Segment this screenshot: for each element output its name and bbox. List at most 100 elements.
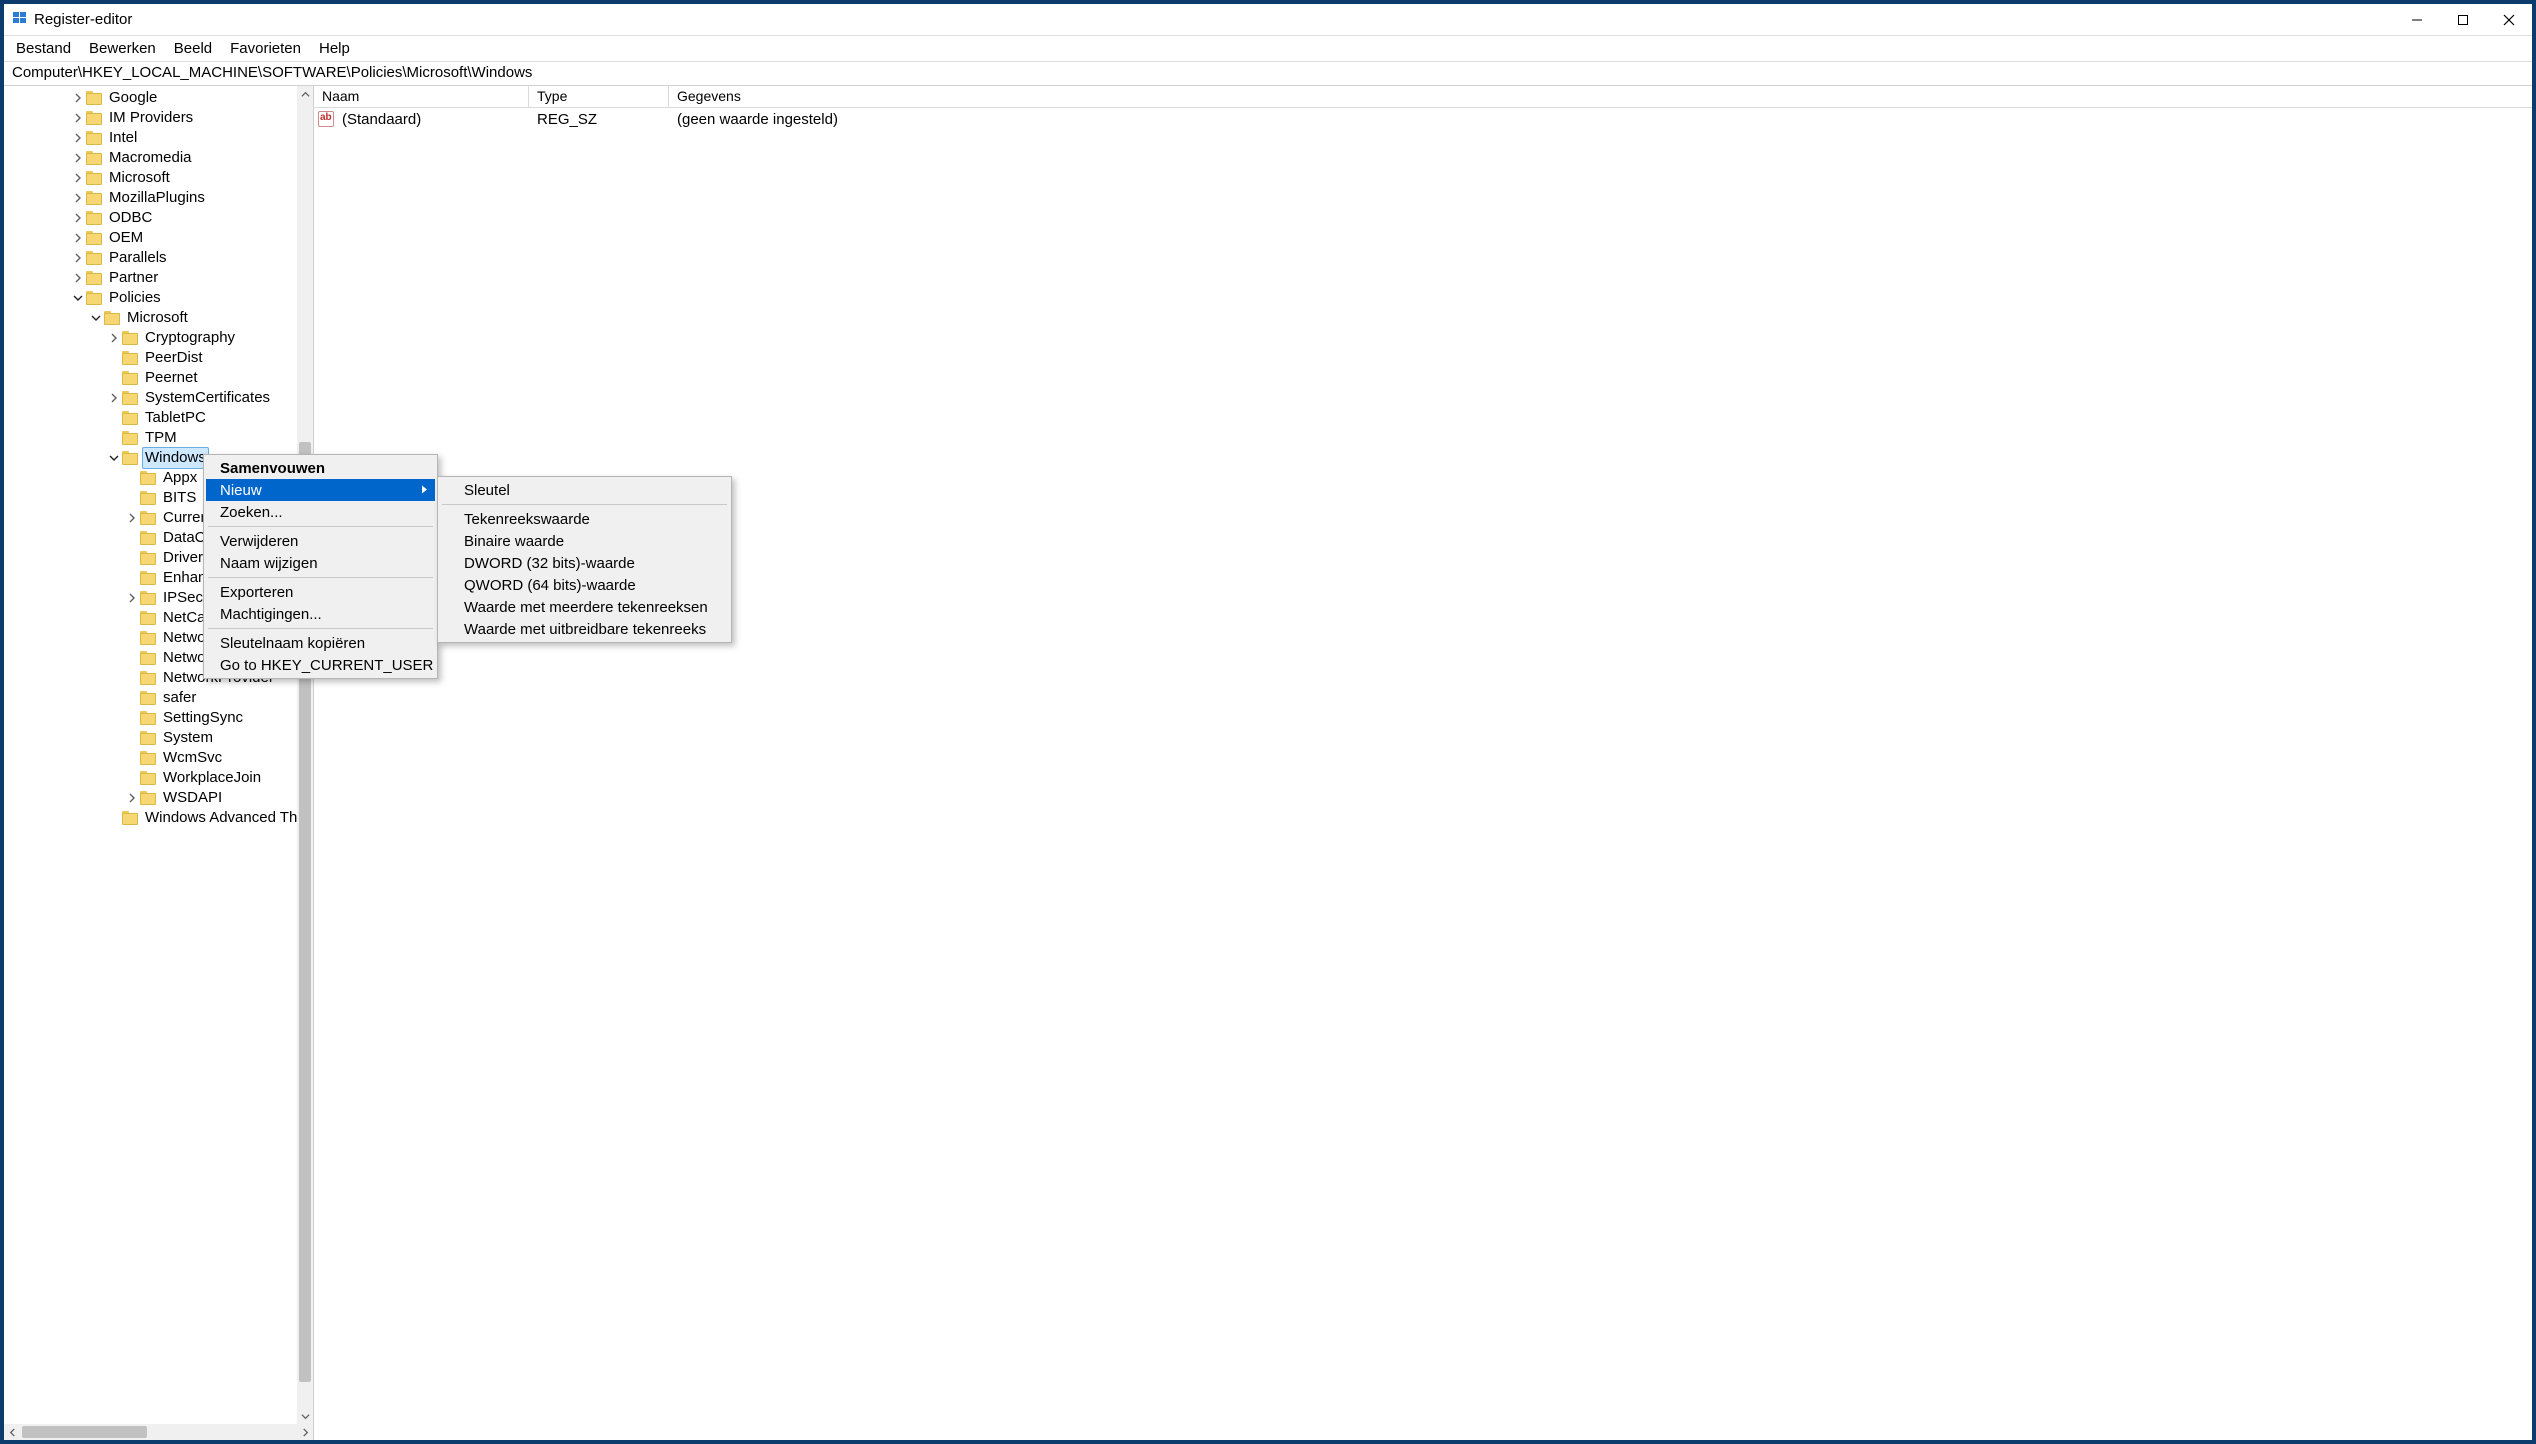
chevron-placeholder <box>124 570 140 586</box>
menu-item[interactable]: Go to HKEY_CURRENT_USER <box>206 654 435 676</box>
menu-item[interactable]: Exporteren <box>206 581 435 603</box>
maximize-button[interactable] <box>2440 4 2486 35</box>
scroll-down-icon[interactable] <box>297 1408 313 1424</box>
minimize-button[interactable] <box>2394 4 2440 35</box>
value-type: REG_SZ <box>529 111 669 128</box>
tree-node[interactable]: IM Providers <box>4 108 313 128</box>
tree-node[interactable]: PeerDist <box>4 348 313 368</box>
tree-node[interactable]: OEM <box>4 228 313 248</box>
menu-item[interactable]: QWORD (64 bits)-waarde <box>440 574 729 596</box>
folder-icon <box>86 171 102 185</box>
menu-item-label: Samenvouwen <box>220 460 325 477</box>
chevron-right-icon[interactable] <box>70 110 86 126</box>
chevron-right-icon[interactable] <box>124 510 140 526</box>
chevron-right-icon[interactable] <box>70 210 86 226</box>
menu-item[interactable]: Sleutelnaam kopiëren <box>206 632 435 654</box>
menu-item[interactable]: Sleutel <box>440 479 729 501</box>
tree-node[interactable]: safer <box>4 688 313 708</box>
menu-item[interactable]: Waarde met uitbreidbare tekenreeks <box>440 618 729 640</box>
tree-node[interactable]: TabletPC <box>4 408 313 428</box>
tree-node[interactable]: Microsoft <box>4 308 313 328</box>
menu-view[interactable]: Beeld <box>166 38 220 59</box>
tree-node[interactable]: SystemCertificates <box>4 388 313 408</box>
menu-item-label: Exporteren <box>220 584 293 601</box>
tree-node[interactable]: Partner <box>4 268 313 288</box>
column-type[interactable]: Type <box>529 86 669 107</box>
tree-node[interactable]: Peernet <box>4 368 313 388</box>
scroll-thumb-h[interactable] <box>22 1426 147 1438</box>
tree-node[interactable]: Google <box>4 88 313 108</box>
tree-node[interactable]: Macromedia <box>4 148 313 168</box>
menu-item[interactable]: DWORD (32 bits)-waarde <box>440 552 729 574</box>
tree-node[interactable]: System <box>4 728 313 748</box>
chevron-placeholder <box>106 350 122 366</box>
address-bar[interactable]: Computer\HKEY_LOCAL_MACHINE\SOFTWARE\Pol… <box>4 62 2532 86</box>
chevron-right-icon[interactable] <box>106 330 122 346</box>
menu-item[interactable]: Tekenreekswaarde <box>440 508 729 530</box>
tree-node[interactable]: Policies <box>4 288 313 308</box>
chevron-down-icon[interactable] <box>88 310 104 326</box>
tree-node[interactable]: Intel <box>4 128 313 148</box>
folder-icon <box>140 671 156 685</box>
tree-node[interactable]: WSDAPI <box>4 788 313 808</box>
tree-horizontal-scrollbar[interactable] <box>4 1424 313 1440</box>
chevron-right-icon[interactable] <box>70 270 86 286</box>
chevron-right-icon[interactable] <box>70 130 86 146</box>
chevron-down-icon[interactable] <box>70 290 86 306</box>
tree-node[interactable]: TPM <box>4 428 313 448</box>
tree-node-label: DataC <box>160 528 209 548</box>
menu-help[interactable]: Help <box>311 38 358 59</box>
menu-favorites[interactable]: Favorieten <box>222 38 309 59</box>
tree-node-label: Google <box>106 88 160 108</box>
column-name[interactable]: Naam <box>314 86 529 107</box>
chevron-right-icon[interactable] <box>70 90 86 106</box>
folder-icon <box>140 731 156 745</box>
column-data[interactable]: Gegevens <box>669 86 2532 107</box>
menu-item[interactable]: Nieuw <box>206 479 435 501</box>
menu-item[interactable]: Binaire waarde <box>440 530 729 552</box>
chevron-placeholder <box>124 610 140 626</box>
menu-item[interactable]: Samenvouwen <box>206 457 435 479</box>
chevron-right-icon[interactable] <box>124 590 140 606</box>
tree-node[interactable]: Cryptography <box>4 328 313 348</box>
menu-item[interactable]: Waarde met meerdere tekenreeksen <box>440 596 729 618</box>
chevron-right-icon[interactable] <box>70 230 86 246</box>
tree-node-label: Enhan <box>160 568 209 588</box>
menu-item[interactable]: Zoeken... <box>206 501 435 523</box>
close-button[interactable] <box>2486 4 2532 35</box>
chevron-right-icon[interactable] <box>70 190 86 206</box>
tree-node[interactable]: Microsoft <box>4 168 313 188</box>
tree-node[interactable]: WcmSvc <box>4 748 313 768</box>
reg-string-icon <box>318 111 334 127</box>
menu-item[interactable]: Verwijderen <box>206 530 435 552</box>
chevron-right-icon[interactable] <box>70 170 86 186</box>
scroll-left-icon[interactable] <box>4 1424 20 1440</box>
chevron-right-icon[interactable] <box>70 150 86 166</box>
tree-node[interactable]: WorkplaceJoin <box>4 768 313 788</box>
chevron-placeholder <box>124 470 140 486</box>
folder-icon <box>140 491 156 505</box>
tree-node[interactable]: Windows Advanced Threa <box>4 808 313 828</box>
tree-node[interactable]: MozillaPlugins <box>4 188 313 208</box>
tree-node-label: ODBC <box>106 208 155 228</box>
menu-edit[interactable]: Bewerken <box>81 38 164 59</box>
chevron-placeholder <box>124 650 140 666</box>
chevron-placeholder <box>124 770 140 786</box>
context-menu: Samenvouwen NieuwZoeken... VerwijderenNaam… <box>203 454 438 679</box>
menu-item[interactable]: Naam wijzigen <box>206 552 435 574</box>
chevron-down-icon[interactable] <box>106 450 122 466</box>
scroll-up-icon[interactable] <box>297 86 313 102</box>
menu-file[interactable]: Bestand <box>8 38 79 59</box>
chevron-right-icon[interactable] <box>106 390 122 406</box>
tree-node[interactable]: ODBC <box>4 208 313 228</box>
menu-item[interactable]: Machtigingen... <box>206 603 435 625</box>
chevron-right-icon[interactable] <box>124 790 140 806</box>
tree-scroll: GoogleIM ProvidersIntelMacromediaMicroso… <box>4 86 313 1424</box>
scroll-right-icon[interactable] <box>297 1424 313 1440</box>
tree-node[interactable]: SettingSync <box>4 708 313 728</box>
chevron-right-icon[interactable] <box>70 250 86 266</box>
menu-item-label: Waarde met uitbreidbare tekenreeks <box>464 621 706 638</box>
tree-vertical-scrollbar[interactable] <box>297 86 313 1424</box>
value-row[interactable]: (Standaard)REG_SZ(geen waarde ingesteld) <box>314 108 2532 130</box>
tree-node[interactable]: Parallels <box>4 248 313 268</box>
